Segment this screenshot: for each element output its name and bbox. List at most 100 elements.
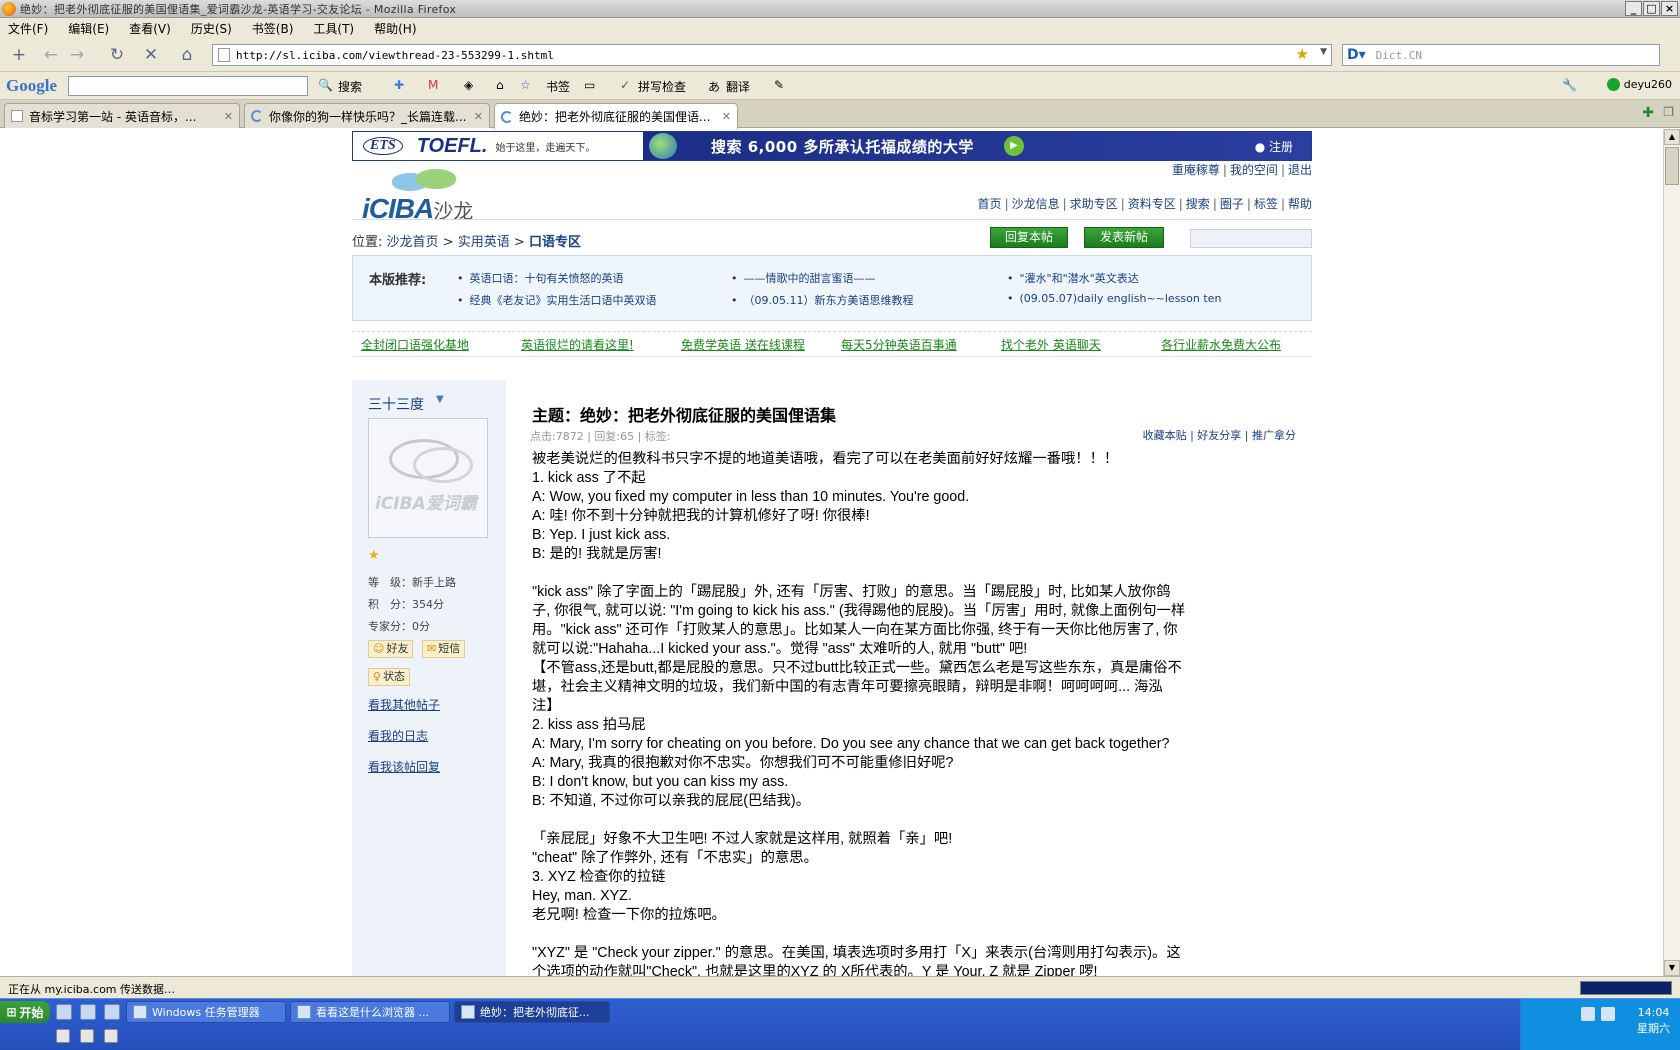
- firefox-task-active[interactable]: 绝妙：把老外彻底征...: [454, 1001, 610, 1023]
- back-arrow-icon[interactable]: ←: [38, 43, 64, 67]
- url-bar[interactable]: http://sl.iciba.com/viewthread-23-553299…: [212, 44, 1332, 66]
- google-search-input[interactable]: [68, 76, 308, 96]
- ad-link[interactable]: 免费学英语 送在线课程: [681, 336, 805, 353]
- menu-file[interactable]: 文件(F): [8, 20, 48, 37]
- menu-bookmarks[interactable]: 书签(B): [252, 20, 294, 37]
- ad-link[interactable]: 全封闭口语强化基地: [361, 336, 469, 353]
- dictcn-icon[interactable]: D▾: [1347, 47, 1366, 63]
- forward-arrow-icon[interactable]: →: [64, 43, 90, 67]
- start-button[interactable]: ⊞ 开始: [0, 1001, 50, 1023]
- tab-list-icon[interactable]: ❐: [1663, 105, 1674, 119]
- recommend-link[interactable]: ——情歌中的甜言蜜语——: [731, 270, 876, 286]
- chevron-down-icon[interactable]: ▼: [1320, 47, 1327, 57]
- ad-link[interactable]: 每天5分钟英语百事通: [841, 336, 957, 353]
- ad-link[interactable]: 英语很烂的请看这里!: [521, 336, 634, 353]
- clock[interactable]: 14:04 星期六: [1637, 1005, 1670, 1037]
- tab-2[interactable]: 你像你的狗一样快乐吗？_长篇连载... ✕: [244, 103, 490, 128]
- tray-app-icon[interactable]: [80, 1029, 94, 1043]
- task-manager-task[interactable]: Windows 任务管理器: [126, 1001, 286, 1023]
- banner-search-area[interactable]: 搜索 6,000 多所承认托福成绩的大学 ▶ ● 注册: [643, 132, 1311, 160]
- star-icon[interactable]: ☆: [520, 78, 531, 92]
- logout-link[interactable]: 退出: [1288, 163, 1312, 177]
- tray-app-icon[interactable]: [56, 1029, 70, 1043]
- quicklaunch-desktop-icon[interactable]: [104, 1004, 120, 1020]
- toefl-banner-ad[interactable]: ETS TOEFL. 始于这里，走遍天下。 搜索 6,000 多所承认托福成绩的…: [352, 131, 1312, 161]
- user-blog-link[interactable]: 看我的日志: [368, 727, 428, 744]
- chevron-down-icon[interactable]: ▼: [436, 394, 444, 405]
- add-friend-button[interactable]: ☺ 好友: [368, 640, 414, 658]
- close-tab-icon[interactable]: ✕: [722, 110, 731, 123]
- recommend-link[interactable]: "灌水"和"潜水"英文表达: [1007, 270, 1139, 286]
- nav-help-zone[interactable]: 求助专区: [1070, 197, 1118, 211]
- menu-tools[interactable]: 工具(T): [313, 20, 354, 37]
- reply-button[interactable]: 回复本帖: [990, 227, 1068, 248]
- ad-link[interactable]: 找个老外 英语聊天: [1001, 336, 1101, 353]
- nav-resources[interactable]: 资料专区: [1128, 197, 1176, 211]
- spellcheck-button[interactable]: 拼写检查: [638, 78, 686, 95]
- spellcheck-icon[interactable]: ✓: [620, 78, 630, 92]
- nav-help[interactable]: 帮助: [1288, 197, 1312, 211]
- pagerank-icon[interactable]: ◈: [464, 78, 473, 92]
- menu-view[interactable]: 查看(V): [129, 20, 171, 37]
- google-account[interactable]: deyu260: [1606, 78, 1672, 91]
- window-icon[interactable]: ▭: [584, 78, 595, 92]
- wrench-icon[interactable]: 🔧: [1562, 78, 1577, 92]
- breadcrumb-current[interactable]: 口语专区: [529, 235, 581, 250]
- scroll-up-icon[interactable]: ▲: [1664, 129, 1680, 145]
- scroll-thumb[interactable]: [1665, 147, 1679, 185]
- user-replies-link[interactable]: 看我该帖回复: [368, 758, 440, 775]
- author-name[interactable]: 三十三度: [368, 394, 424, 414]
- tray-app-icon[interactable]: [104, 1029, 118, 1043]
- my-space-link[interactable]: 我的空间: [1230, 163, 1278, 177]
- username-link[interactable]: 重庵稼尊: [1172, 163, 1220, 177]
- send-message-button[interactable]: ✉ 短信: [422, 640, 466, 658]
- menu-help[interactable]: 帮助(H): [374, 20, 416, 37]
- post-actions[interactable]: 收藏本贴 | 好友分享 | 推广拿分: [1143, 427, 1296, 443]
- ad-link[interactable]: 各行业薪水免费大公布: [1161, 336, 1281, 353]
- pencil-icon[interactable]: ✎: [774, 78, 784, 92]
- menu-history[interactable]: 历史(S): [191, 20, 232, 37]
- bookmarks-button[interactable]: 书签: [546, 78, 570, 95]
- volume-icon[interactable]: [1581, 1007, 1595, 1021]
- close-tab-icon[interactable]: ✕: [224, 110, 233, 123]
- vertical-scrollbar[interactable]: ▲ ▼: [1663, 129, 1680, 976]
- home-icon[interactable]: ⌂: [174, 43, 200, 67]
- recommend-link[interactable]: (09.05.07)daily english~~lesson ten: [1007, 292, 1222, 305]
- new-post-button[interactable]: 发表新帖: [1084, 227, 1164, 248]
- nav-search[interactable]: 搜索: [1186, 197, 1210, 211]
- google-search-icon[interactable]: 🔍: [318, 78, 333, 92]
- translate-button[interactable]: 翻译: [726, 78, 750, 95]
- recommend-link[interactable]: （09.05.11）新东方美语思维教程: [731, 292, 914, 308]
- status-button[interactable]: ♀ 状态: [368, 668, 411, 686]
- minimize-button[interactable]: _: [1625, 1, 1642, 16]
- breadcrumb-section[interactable]: 实用英语: [458, 235, 510, 250]
- nav-tags[interactable]: 标签: [1254, 197, 1278, 211]
- close-window-button[interactable]: ×: [1661, 1, 1678, 16]
- google-search-button[interactable]: 搜索: [338, 78, 362, 95]
- reload-icon[interactable]: ↻: [104, 43, 130, 67]
- banner-register[interactable]: ● 注册: [1255, 138, 1293, 155]
- new-tab-plus-icon[interactable]: ✚: [1642, 105, 1654, 121]
- tab-3-active[interactable]: 绝妙：把老外彻底征服的美国俚语... ✕: [494, 103, 738, 129]
- home-icon[interactable]: ⌂: [496, 78, 504, 92]
- gmail-icon[interactable]: M: [428, 78, 438, 92]
- tab-1[interactable]: 音标学习第一站 - 英语音标，... ✕: [4, 103, 240, 128]
- recommend-link[interactable]: 英语口语：十句有关愤怒的英语: [457, 270, 624, 286]
- nav-salon-info[interactable]: 沙龙信息: [1012, 197, 1060, 211]
- stop-icon[interactable]: ✕: [138, 43, 164, 67]
- quicklaunch-icon[interactable]: [80, 1004, 96, 1020]
- menu-edit[interactable]: 编辑(E): [68, 20, 109, 37]
- nav-circles[interactable]: 圈子: [1220, 197, 1244, 211]
- recommend-link[interactable]: 经典《老友记》实用生活口语中英双语: [457, 292, 657, 308]
- maximize-button[interactable]: □: [1643, 1, 1660, 16]
- scroll-down-icon[interactable]: ▼: [1664, 960, 1680, 976]
- search-engine-box[interactable]: D▾ Dict.CN: [1342, 44, 1660, 66]
- close-tab-icon[interactable]: ✕: [474, 110, 483, 123]
- bookmark-star-icon[interactable]: ★: [1296, 45, 1309, 63]
- new-tab-icon[interactable]: +: [6, 43, 32, 67]
- play-icon[interactable]: ▶: [1003, 136, 1024, 156]
- other-posts-link[interactable]: 看我其他帖子: [368, 696, 440, 713]
- quicklaunch-ie-icon[interactable]: [56, 1004, 72, 1020]
- iciba-salon-logo[interactable]: iCIBA沙龙: [362, 169, 502, 229]
- breadcrumb-home[interactable]: 沙龙首页: [387, 235, 439, 250]
